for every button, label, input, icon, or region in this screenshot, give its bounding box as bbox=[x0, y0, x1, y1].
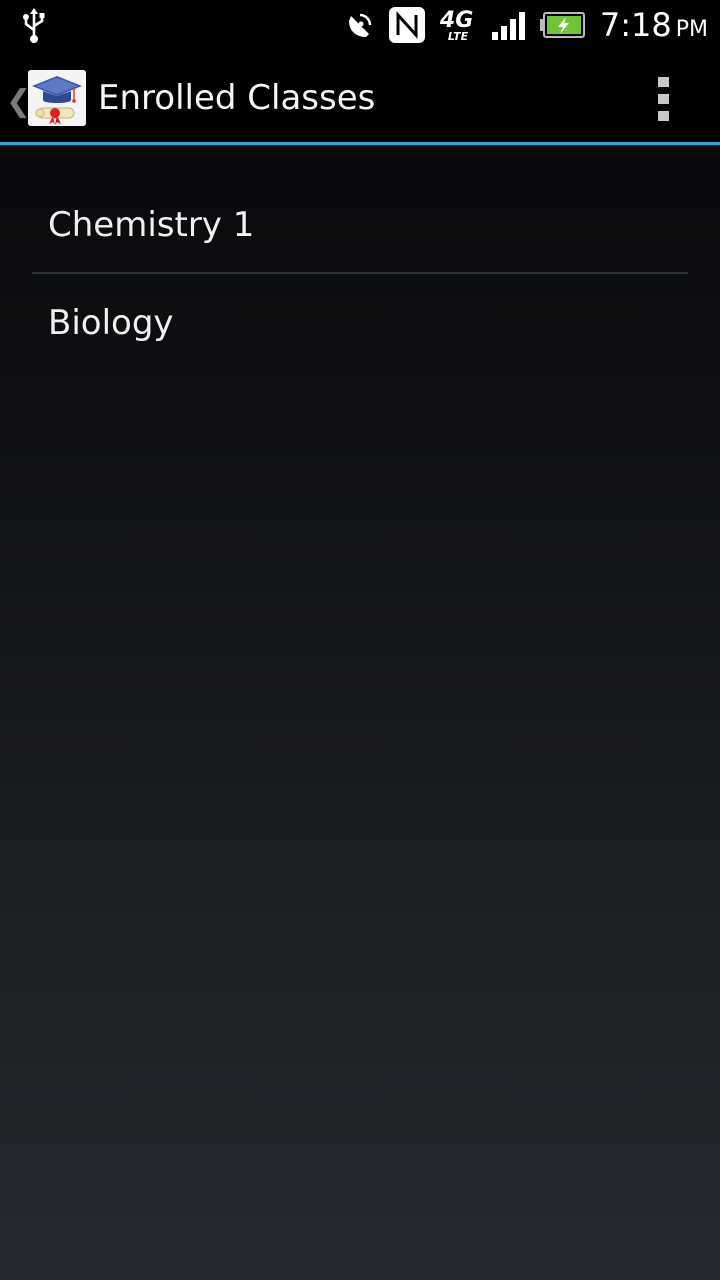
clock-ampm: PM bbox=[675, 17, 708, 42]
screen: 4G LTE 7:18 PM ❮ Enrolled Classes Chemis… bbox=[0, 0, 720, 1280]
graduation-cap-icon[interactable] bbox=[28, 70, 86, 126]
status-bar: 4G LTE 7:18 PM bbox=[0, 0, 720, 50]
overflow-dot bbox=[658, 111, 669, 121]
list-item-label: Biology bbox=[48, 303, 174, 343]
satellite-icon bbox=[348, 13, 372, 37]
overflow-dot bbox=[658, 77, 669, 87]
battery-charging-icon bbox=[539, 12, 585, 38]
signal-icon bbox=[491, 12, 525, 40]
class-list: Chemistry 1 Biology bbox=[32, 178, 688, 372]
list-item-chemistry-1[interactable]: Chemistry 1 bbox=[32, 178, 688, 274]
action-bar-accent-line bbox=[0, 142, 720, 145]
list-item-label: Chemistry 1 bbox=[48, 205, 255, 245]
clock-time: 7:18 bbox=[599, 6, 672, 44]
overflow-dot bbox=[658, 94, 669, 104]
network-sub-label: LTE bbox=[447, 30, 469, 43]
4g-lte-icon: 4G LTE bbox=[440, 6, 478, 44]
usb-icon bbox=[23, 8, 45, 43]
action-bar: ❮ Enrolled Classes bbox=[0, 50, 720, 144]
overflow-menu-icon[interactable] bbox=[658, 77, 670, 121]
status-clock: 7:18 PM bbox=[600, 6, 708, 44]
list-item-biology[interactable]: Biology bbox=[32, 274, 688, 372]
page-title: Enrolled Classes bbox=[98, 78, 376, 118]
nfc-icon bbox=[388, 7, 425, 43]
